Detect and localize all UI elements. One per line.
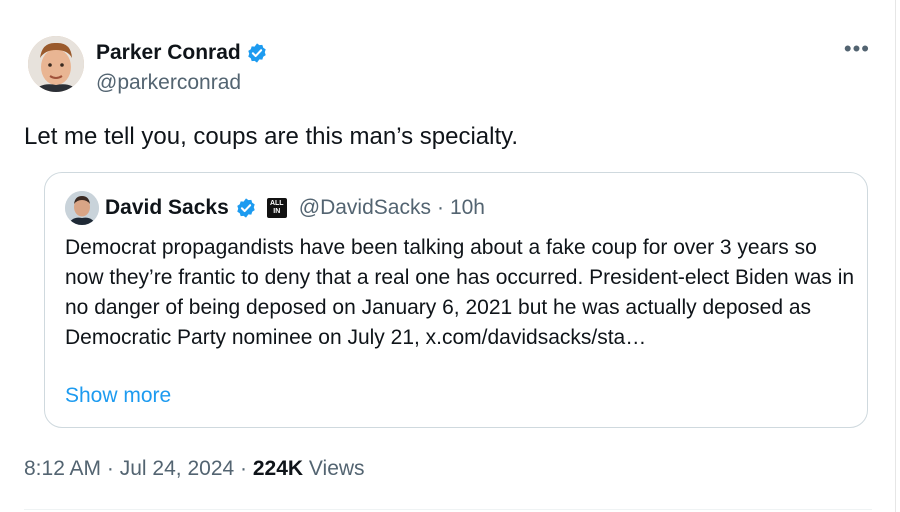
- more-options-icon[interactable]: •••: [844, 36, 870, 62]
- author-name-text[interactable]: Parker Conrad: [96, 41, 241, 65]
- author-handle[interactable]: @parkerconrad: [96, 71, 241, 95]
- meta-separator-1: ·: [106, 457, 114, 480]
- quoted-author-avatar[interactable]: [65, 191, 99, 225]
- show-more-link[interactable]: Show more: [65, 384, 171, 408]
- quoted-verified-badge-icon: [235, 197, 257, 219]
- right-divider: [895, 0, 896, 512]
- views-count: 224K: [252, 457, 304, 480]
- bottom-divider: [24, 509, 872, 510]
- verified-badge-icon: [246, 42, 268, 64]
- tweet-date[interactable]: Jul 24, 2024: [120, 457, 234, 480]
- affiliation-badge-icon: ALL IN: [266, 198, 287, 218]
- quoted-separator: ·: [436, 196, 444, 219]
- quoted-author-handle[interactable]: @DavidSacks: [299, 196, 431, 220]
- meta-separator-2: ·: [240, 457, 248, 480]
- quoted-timestamp[interactable]: 10h: [450, 196, 485, 220]
- tweet: Parker Conrad @parkerconrad ••• Let me t…: [24, 0, 872, 512]
- tweet-time[interactable]: 8:12 AM: [24, 457, 101, 480]
- quoted-tweet-header: David Sacks ALL IN @DavidSacks · 10h: [65, 191, 485, 225]
- tweet-text: Let me tell you, coups are this man’s sp…: [24, 123, 519, 150]
- quoted-tweet-text: Democrat propagandists have been talking…: [65, 236, 855, 349]
- tweet-metadata: 8:12 AM · Jul 24, 2024 · 224K Views: [24, 457, 365, 481]
- quoted-author-name[interactable]: David Sacks: [105, 196, 229, 220]
- quoted-tweet[interactable]: David Sacks ALL IN @DavidSacks · 10h Dem…: [44, 172, 868, 428]
- author-name[interactable]: Parker Conrad: [96, 41, 268, 65]
- author-avatar[interactable]: [28, 36, 84, 92]
- views-label: Views: [308, 457, 365, 480]
